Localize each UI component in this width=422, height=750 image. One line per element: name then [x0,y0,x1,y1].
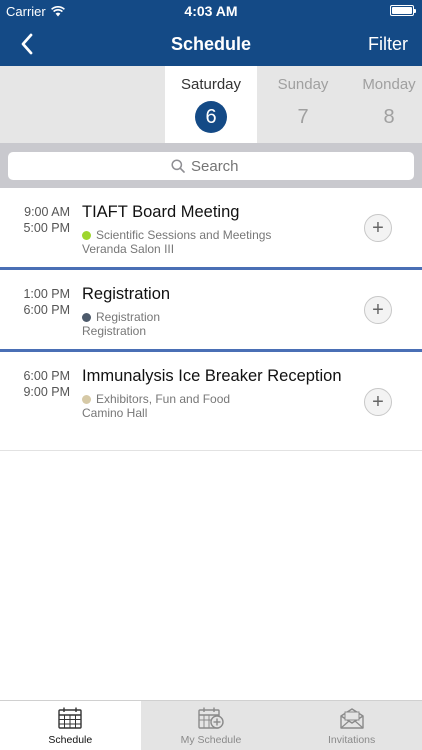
session-times: 9:00 AM 5:00 PM [0,204,70,236]
session-start-time: 6:00 PM [23,369,70,383]
navigation-bar: Schedule Filter [0,22,422,66]
status-time: 4:03 AM [184,3,238,19]
track-color-dot [82,394,91,404]
session-track: Registration [82,310,352,324]
session-track: Scientific Sessions and Meetings [82,228,352,242]
envelope-icon [339,708,364,729]
track-color-dot [82,230,91,240]
plus-icon: + [372,299,384,321]
session-list: 9:00 AM 5:00 PM TIAFT Board Meeting Scie… [0,188,422,451]
tab-bar: Schedule My Schedule Invitations [0,700,422,750]
tab-schedule[interactable]: Schedule [0,701,141,750]
session-times: 6:00 PM 9:00 PM [0,368,70,400]
day-tab-saturday[interactable]: Saturday 6 [165,66,257,143]
tab-label: Schedule [48,734,93,746]
search-icon [171,159,185,173]
add-to-schedule-button[interactable]: + [364,214,392,242]
track-color-dot [82,312,91,322]
session-end-time: 9:00 PM [23,385,70,399]
track-label: Registration [96,310,161,324]
page-title: Schedule [170,34,252,54]
search-bar-container [0,143,422,188]
day-tab-monday[interactable]: Monday 8 [349,66,422,143]
session-row[interactable]: 9:00 AM 5:00 PM TIAFT Board Meeting Scie… [0,188,422,270]
session-info: TIAFT Board Meeting Scientific Sessions … [82,202,352,256]
session-end-time: 6:00 PM [23,303,70,317]
battery-icon [390,5,416,16]
session-start-time: 1:00 PM [23,287,70,301]
day-tab-sunday[interactable]: Sunday 7 [257,66,349,143]
track-label: Scientific Sessions and Meetings [96,228,272,242]
plus-icon: + [372,391,384,413]
day-selector: Saturday 6 Sunday 7 Monday 8 [0,66,422,143]
session-title: Immunalysis Ice Breaker Reception [82,367,342,385]
day-number: 7 [297,106,309,128]
plus-icon: + [372,217,384,239]
day-number: 6 [195,101,227,133]
session-end-time: 5:00 PM [23,221,70,235]
day-name: Monday [362,76,416,93]
session-info: Immunalysis Ice Breaker Reception Exhibi… [82,366,352,420]
session-location: Registration [82,324,147,338]
session-track: Exhibitors, Fun and Food [82,392,352,406]
day-number: 8 [383,106,395,128]
session-info: Registration Registration Registration [82,284,352,338]
calendar-icon [58,707,83,729]
filter-button[interactable]: Filter [368,34,408,55]
calendar-add-icon [198,707,224,729]
add-to-schedule-button[interactable]: + [364,296,392,324]
session-row[interactable]: 1:00 PM 6:00 PM Registration Registratio… [0,270,422,352]
tab-my-schedule[interactable]: My Schedule [141,701,282,750]
search-input[interactable] [191,157,251,175]
track-label: Exhibitors, Fun and Food [96,392,231,406]
session-location: Veranda Salon III [82,242,175,256]
tab-label: Invitations [328,734,376,746]
tab-invitations[interactable]: Invitations [281,701,422,750]
session-title: TIAFT Board Meeting [82,203,240,221]
status-bar: Carrier 4:03 AM [0,0,422,22]
tab-label: My Schedule [180,734,242,746]
session-title: Registration [82,285,171,303]
add-to-schedule-button[interactable]: + [364,388,392,416]
session-row[interactable]: 6:00 PM 9:00 PM Immunalysis Ice Breaker … [0,352,422,451]
day-name: Sunday [277,76,329,93]
session-times: 1:00 PM 6:00 PM [0,286,70,318]
session-start-time: 9:00 AM [24,205,70,219]
session-location: Camino Hall [82,406,148,420]
top-bar: Carrier 4:03 AM Schedule Filter [0,0,422,66]
day-name: Saturday [180,76,242,93]
search-bar[interactable] [8,152,414,180]
